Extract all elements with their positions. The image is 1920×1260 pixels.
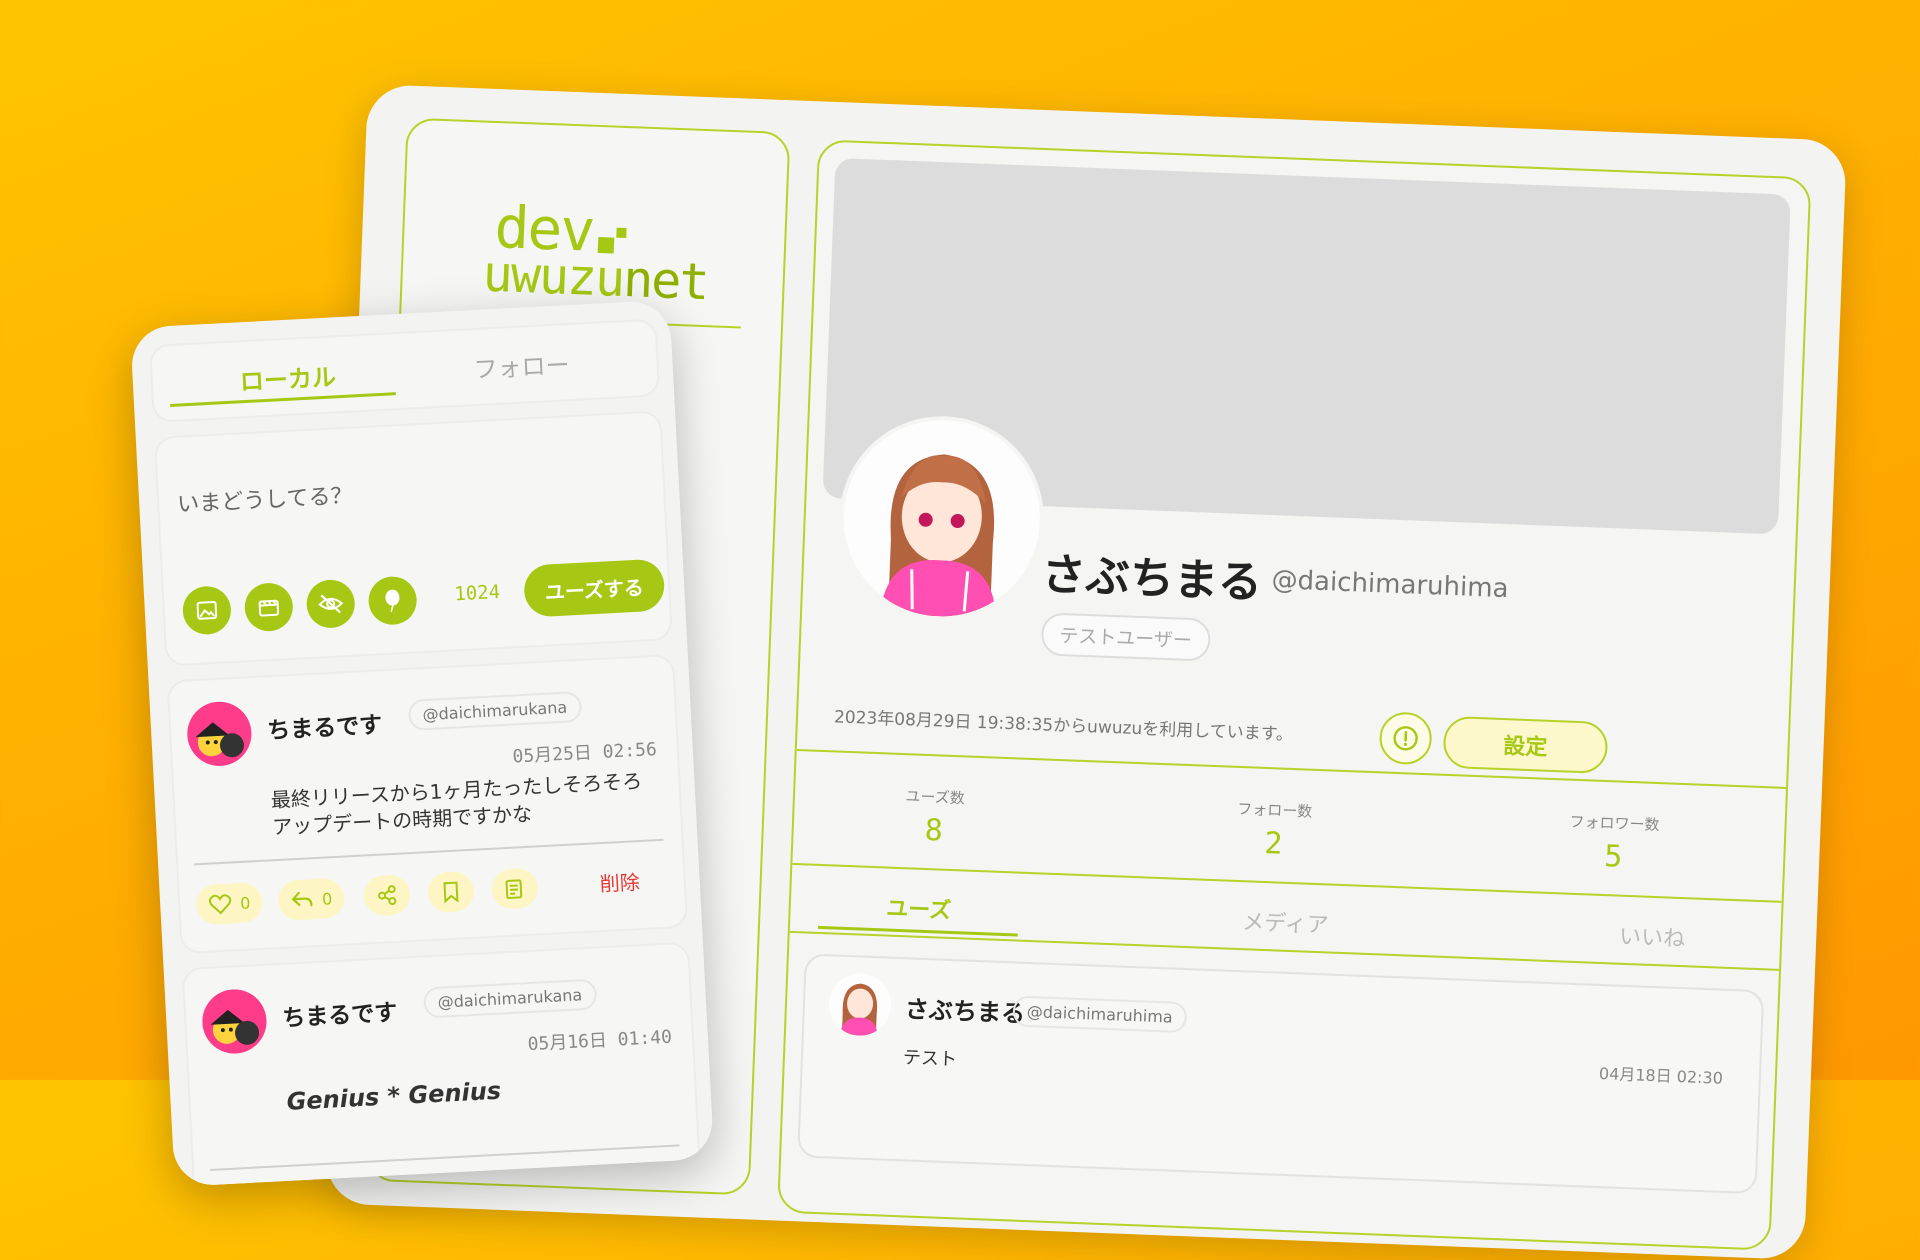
video-icon [256,595,281,620]
timeline-post[interactable]: ちまるです @daichimarukana 05月25日 02:56 最終リリー… [167,654,689,954]
composer-input[interactable] [173,429,652,556]
post-avatar[interactable] [186,700,253,767]
delete-button[interactable]: 削除 [599,866,640,897]
avatar-illustration [201,988,268,1055]
tab-media[interactable]: メディア [1185,902,1386,942]
timeline-window: ローカル フォロー [130,300,714,1187]
note-icon [503,877,526,900]
role-badge: テストユーザー [1041,612,1211,661]
report-button[interactable] [1379,711,1433,765]
like-count: 0 [240,893,251,913]
post-author-handle: @daichimaruhima [1012,995,1187,1033]
reply-count: 0 [322,889,333,909]
tab-uses[interactable]: ユーズ [818,888,1019,928]
tab-follow[interactable]: フォロー [406,342,638,389]
share-button[interactable] [363,874,411,916]
stat-following-value: 2 [1193,823,1354,864]
heart-icon [208,892,233,915]
stat-uses-label: ユーズ数 [855,783,1016,810]
profile-post-card[interactable]: さぶちまる @daichimaruhima 04月18日 02:30 テスト [797,953,1764,1194]
bookmark-icon [440,880,461,903]
post-avatar[interactable] [828,972,892,1036]
nsfw-toggle-button[interactable] [305,579,355,629]
balloon-icon [380,587,405,614]
profile-panel: さぶちまる @daichimaruhima テストユーザー 2023年08月29… [777,139,1811,1250]
post-divider [194,839,663,866]
timeline-post[interactable]: ちまるです @daichimarukana 05月16日 01:40 Geniu… [182,942,702,1187]
like-button[interactable]: 0 [195,882,263,925]
post-submit-button[interactable]: ユーズする [523,558,666,617]
alert-icon [1392,725,1419,752]
stat-uses[interactable]: ユーズ数 8 [853,783,1015,851]
uwuzu-logo[interactable]: dev uwuzunet [482,193,716,312]
settings-button[interactable]: 設定 [1443,716,1609,774]
logo-square-small [616,228,626,238]
stat-following-label: フォロー数 [1194,796,1355,823]
joined-date-text: 2023年08月29日 19:38:35からuwuzuを利用しています。 [834,702,1294,745]
post-text: テスト [903,1043,958,1071]
post-date: 05月25日 02:56 [512,735,658,769]
user-handle: @daichimaruhima [1271,565,1509,604]
stat-following[interactable]: フォロー数 2 [1193,796,1355,864]
character-counter: 1024 [454,581,501,605]
stat-followers[interactable]: フォロワー数 5 [1533,809,1695,877]
post-author-handle: @daichimarukana [423,979,597,1019]
eye-off-icon [317,591,344,616]
logo-text-uwuzu: uwuzunet [482,245,709,312]
avatar-illustration [840,417,1043,620]
post-author-name: ちまるです [266,705,383,745]
post-date: 04月18日 02:30 [1599,1060,1724,1089]
post-text: Genius * Genius [286,1068,677,1115]
tab-likes[interactable]: いいね [1552,916,1753,956]
post-author-handle: @daichimarukana [408,691,582,731]
avatar-illustration [186,700,253,767]
post-author-name: ちまるです [281,993,398,1033]
profile-divider-top [797,749,1786,789]
attach-image-button[interactable] [182,585,232,635]
reply-button[interactable]: 0 [277,878,345,921]
attach-video-button[interactable] [244,582,294,632]
post-date: 05月16日 01:40 [527,1023,673,1057]
post-text: 最終リリースから1ヶ月たったしそろそろアップデートの時期ですかな [270,767,662,841]
logo-text-uwuzu-part: uwuzu [482,245,625,308]
post-composer: 1024 ユーズする [154,410,673,666]
bookmark-button[interactable] [427,871,475,913]
balloon-button[interactable] [367,575,417,625]
post-avatar[interactable] [201,988,268,1055]
stat-followers-label: フォロワー数 [1534,809,1695,836]
timeline-tab-bar: ローカル フォロー [149,318,660,422]
stat-uses-value: 8 [853,810,1014,851]
post-author-name: さぶちまる [904,989,1026,1029]
share-icon [375,884,398,907]
stat-followers-value: 5 [1533,836,1694,877]
image-icon [194,598,219,623]
reply-icon [290,889,315,910]
quote-button[interactable] [491,867,539,909]
display-name: さぶちまる [1041,538,1264,610]
avatar-illustration [828,972,892,1036]
